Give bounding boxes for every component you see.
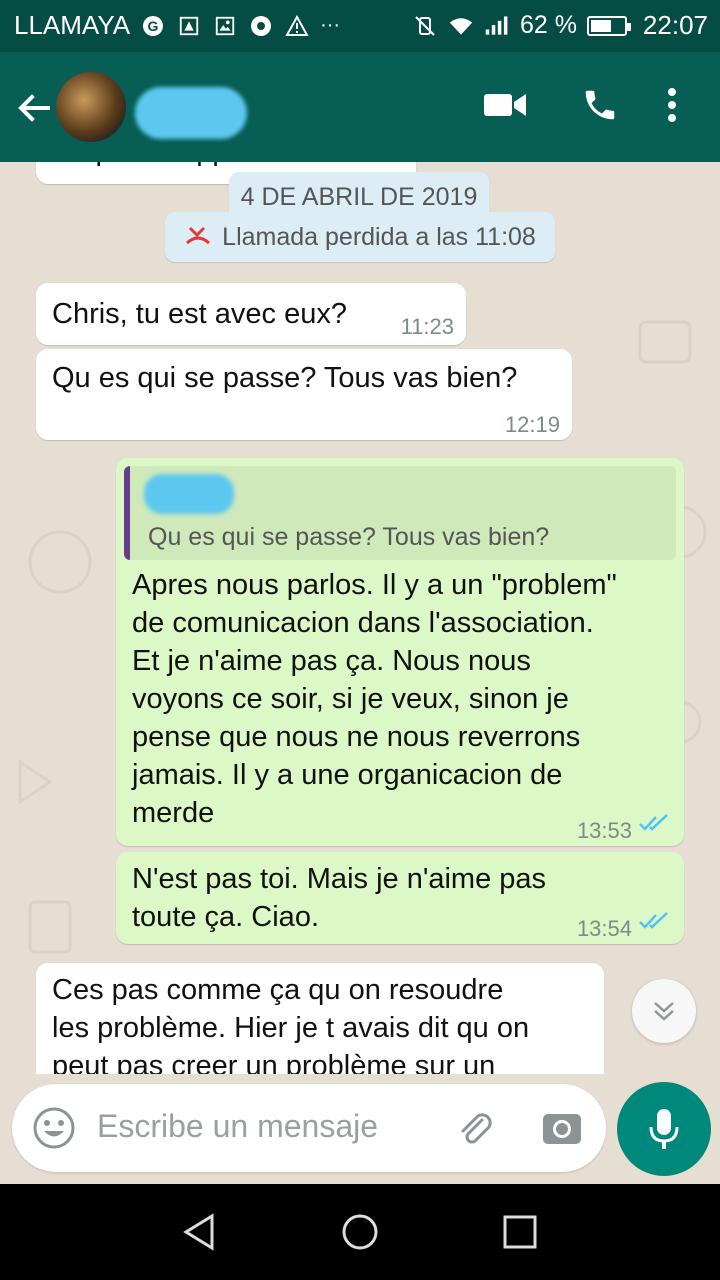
message-line: Et je n'aime pas ça. Nous nous xyxy=(132,645,531,677)
message-time: 13:54 xyxy=(576,916,632,941)
nav-recents-icon[interactable] xyxy=(500,1212,540,1252)
nav-back-icon[interactable] xyxy=(180,1212,220,1252)
quoted-sender-redacted xyxy=(144,474,234,514)
more-notifications-icon: ··· xyxy=(320,14,341,36)
carrier-label: LLAMAYA xyxy=(14,10,131,40)
outgoing-message[interactable]: N'est pas toi. Mais je n'aime pas toute … xyxy=(116,852,684,944)
phone-icon[interactable] xyxy=(575,80,625,130)
system-nav-bar xyxy=(0,1184,720,1280)
chat-header xyxy=(0,52,720,162)
message-time: 12:19 xyxy=(504,412,560,437)
google-icon: G xyxy=(140,13,166,39)
emoji-icon[interactable] xyxy=(32,1106,76,1150)
message-line: N'est pas toi. Mais je n'aime pas xyxy=(132,863,547,895)
message-text: Ces pas comme ça qu on resoudre les prob… xyxy=(52,971,529,1074)
missed-call-text: Llamada perdida a las 11:08 xyxy=(222,222,536,251)
message-line: voyons ce soir, si je veux, sinon je xyxy=(132,683,569,715)
message-text: Qu es qui se passe? Tous vas bien? xyxy=(52,362,518,394)
battery-icon xyxy=(586,15,631,36)
quoted-text: Qu es qui se passe? Tous vas bien? xyxy=(148,523,550,551)
missed-call-chip: Llamada perdida a las 11:08 xyxy=(165,212,555,262)
camera-icon[interactable] xyxy=(540,1106,584,1150)
quoted-message[interactable]: Qu es qui se passe? Tous vas bien? xyxy=(124,466,676,560)
chrome-icon xyxy=(248,13,274,39)
date-chip-text: 4 DE ABRIL DE 2019 xyxy=(240,182,478,211)
message-line: toute ça. Ciao. xyxy=(132,901,319,933)
signal-icon xyxy=(484,13,510,39)
message-line: de comunicacion dans l'association. xyxy=(132,607,594,639)
outgoing-reply-message[interactable]: Qu es qui se passe? Tous vas bien? Apres… xyxy=(116,458,684,846)
message-line: merde xyxy=(132,797,215,829)
chevron-double-down-icon xyxy=(654,1002,674,1021)
status-bar: LLAMAYA G ··· 62 % 22:07 xyxy=(0,0,720,52)
double-check-read-icon xyxy=(639,814,668,831)
message-line: jamais. Il y a une organicacion de xyxy=(132,759,563,791)
scroll-to-bottom-button[interactable] xyxy=(632,979,696,1043)
contact-name-redacted[interactable] xyxy=(135,87,247,139)
back-arrow-icon[interactable] xyxy=(14,88,54,128)
chat-area[interactable]: Se peux t'appeler? 4 DE ABRIL DE 2019 Ll… xyxy=(0,162,720,1074)
message-line: pense que nous ne nous reverrons xyxy=(132,721,581,753)
video-call-icon[interactable] xyxy=(480,80,530,130)
message-time: 11:23 xyxy=(400,314,454,339)
mic-button[interactable] xyxy=(617,1082,711,1176)
message-text: Chris, tu est avec eux? xyxy=(52,298,347,330)
message-text: Se peux t'appeler? xyxy=(52,162,293,170)
image-icon xyxy=(212,13,238,39)
warning-icon xyxy=(284,13,310,39)
message-text: Apres nous parlos. Il y a un "problem" d… xyxy=(132,566,617,832)
incoming-message[interactable]: Qu es qui se passe? Tous vas bien? 12:19 xyxy=(36,349,572,440)
mic-icon xyxy=(649,1109,679,1149)
notification-icon xyxy=(176,13,202,39)
wifi-icon xyxy=(448,13,474,39)
battery-percent: 62 % xyxy=(519,11,577,39)
incoming-message[interactable]: Ces pas comme ça qu on resoudre les prob… xyxy=(36,963,604,1074)
double-check-read-icon xyxy=(639,912,668,929)
message-text: N'est pas toi. Mais je n'aime pas toute … xyxy=(132,860,546,936)
message-time: 13:53 xyxy=(576,818,632,843)
svg-text:G: G xyxy=(148,18,159,34)
more-vert-icon[interactable] xyxy=(647,80,697,130)
attach-icon[interactable] xyxy=(452,1106,496,1150)
incoming-message[interactable]: Chris, tu est avec eux? 11:23 xyxy=(36,283,466,345)
message-line: Ces pas comme ça qu on resoudre xyxy=(52,974,504,1006)
vibrate-off-icon xyxy=(412,13,438,39)
message-line: peut pas creer un problème sur un xyxy=(52,1050,496,1074)
missed-call-icon xyxy=(184,225,212,249)
message-composer[interactable]: Escribe un mensaje xyxy=(12,1084,606,1172)
composer-area: Escribe un mensaje xyxy=(0,1074,720,1184)
contact-avatar[interactable] xyxy=(56,72,126,142)
clock: 22:07 xyxy=(642,10,708,40)
message-line: les problème. Hier je t avais dit qu on xyxy=(52,1012,530,1044)
message-line: Apres nous parlos. Il y a un "problem" xyxy=(132,569,617,601)
message-input-placeholder[interactable]: Escribe un mensaje xyxy=(97,1108,378,1145)
nav-home-icon[interactable] xyxy=(340,1212,380,1252)
